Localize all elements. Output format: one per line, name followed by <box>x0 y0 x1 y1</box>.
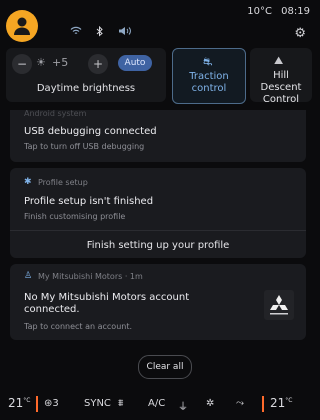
sun-icon: ☀ <box>36 56 46 69</box>
notification-source: Android system <box>24 109 87 118</box>
traction-control-tile[interactable]: ⛐ Traction control <box>172 48 246 104</box>
rear-defrost-icon[interactable]: ⩩ <box>118 398 123 409</box>
notification-title: Profile setup isn't finished <box>24 196 154 207</box>
status-bar: 10°C 08:19 ⚙ <box>0 0 316 48</box>
hill-descent-label: Hill Descent Control <box>260 70 302 105</box>
notification-mitsubishi[interactable]: ♙ My Mitsubishi Motors · 1m No My Mitsub… <box>10 264 306 340</box>
driver-temp[interactable]: 21°C <box>8 396 30 410</box>
driver-temp-indicator <box>36 396 38 412</box>
notification-title: No My Mitsubishi Motors account connecte… <box>24 292 190 315</box>
finish-profile-button[interactable]: Finish setting up your profile <box>10 240 306 251</box>
notification-subtitle: Finish customising profile <box>24 212 126 221</box>
sync-button[interactable]: SYNC <box>84 398 111 409</box>
brightness-increase-button[interactable]: + <box>88 54 108 74</box>
fan-icon[interactable]: ✲ <box>206 398 214 409</box>
brightness-label: Daytime brightness <box>36 83 136 94</box>
airflow-icon[interactable]: ⤳ <box>236 398 244 409</box>
traction-icon: ⛐ <box>203 55 213 68</box>
bottom-climate-bar: 21°C ⊛3 SYNC ⩩ A/C ⏚ ✲ ⤳ 21°C <box>0 388 316 420</box>
brightness-auto-toggle[interactable]: Auto <box>118 55 152 71</box>
settings-icon[interactable]: ⚙ <box>294 26 306 41</box>
divider <box>10 230 306 231</box>
clear-all-button[interactable]: Clear all <box>138 355 192 379</box>
clock: 08:19 <box>281 6 310 17</box>
mitsubishi-logo <box>264 290 294 320</box>
wifi-icon <box>70 26 82 39</box>
volume-icon <box>118 26 132 39</box>
hill-descent-icon: ⛰ <box>274 54 284 67</box>
traction-label: Traction control <box>189 71 229 94</box>
profile-avatar[interactable] <box>6 10 38 42</box>
brightness-tile: − ☀ +5 + Auto Daytime brightness <box>6 48 166 102</box>
user-icon <box>14 17 30 35</box>
notification-profile-setup[interactable]: ✱ Profile setup Profile setup isn't fini… <box>10 168 306 258</box>
front-defrost-icon[interactable]: ⏚ <box>178 398 188 413</box>
passenger-temp-indicator <box>262 396 264 412</box>
hill-descent-tile[interactable]: ⛰ Hill Descent Control <box>250 48 312 105</box>
seat-heater-button[interactable]: ⊛3 <box>44 398 59 409</box>
passenger-temp[interactable]: 21°C <box>270 396 292 410</box>
brightness-decrease-button[interactable]: − <box>12 54 32 74</box>
notification-source: My Mitsubishi Motors · 1m <box>38 272 143 281</box>
notification-title: USB debugging connected <box>24 126 157 137</box>
mitsubishi-logo-icon <box>270 295 288 315</box>
outside-temperature: 10°C <box>247 6 272 17</box>
notification-subtitle: Tap to connect an account. <box>24 322 133 331</box>
car-icon: ♙ <box>24 271 33 281</box>
notification-source: Profile setup <box>38 178 88 187</box>
gear-icon: ✱ <box>24 177 32 187</box>
notification-usb-debugging[interactable]: Android system USB debugging connected T… <box>10 109 306 162</box>
ac-button[interactable]: A/C <box>148 398 165 409</box>
notification-subtitle: Tap to turn off USB debugging <box>24 142 145 151</box>
quick-settings-panel: − ☀ +5 + Auto Daytime brightness ⛐ Tract… <box>6 48 312 105</box>
bluetooth-icon <box>96 25 104 40</box>
brightness-value: +5 <box>52 56 69 69</box>
